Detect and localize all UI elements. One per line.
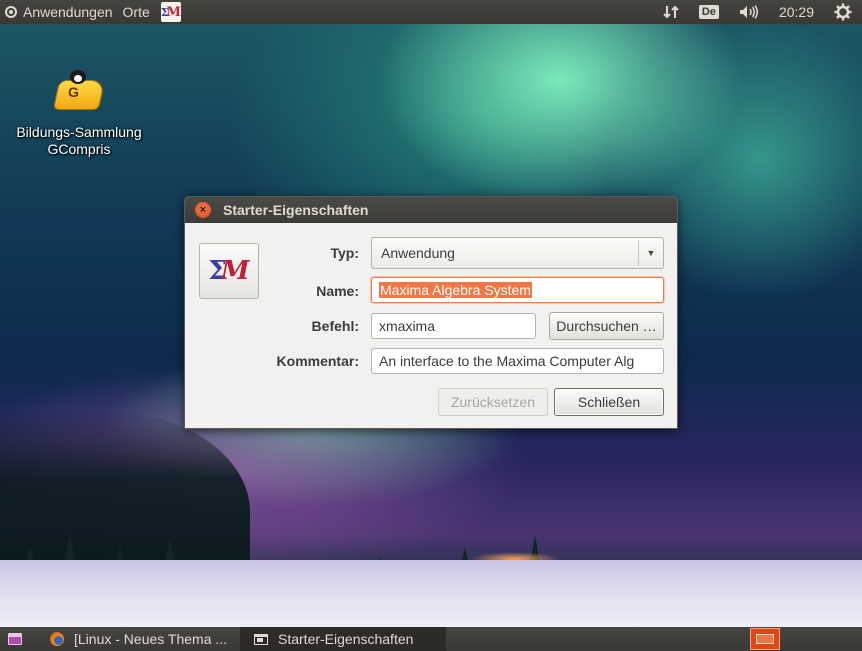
firefox-icon <box>50 632 64 646</box>
network-icon <box>663 5 679 19</box>
desktop-icon-label-line2: GCompris <box>47 141 111 157</box>
desktop-icon-label-line1: Bildungs-Sammlung <box>16 124 142 140</box>
bottom-panel: [Linux - Neues Thema ... Starter-Eigensc… <box>0 627 862 651</box>
revert-button-label: Zurücksetzen <box>450 394 536 410</box>
volume-icon <box>739 5 758 19</box>
launcher-icon-button[interactable]: ΣM <box>199 243 259 299</box>
name-label: Name: <box>316 283 359 299</box>
command-label: Befehl: <box>311 318 359 334</box>
browse-button[interactable]: Durchsuchen … <box>549 312 664 340</box>
places-menu[interactable]: Orte <box>118 0 155 24</box>
launcher-properties-dialog: × Starter-Eigenschaften ΣM Typ: Anwendun… <box>184 196 678 429</box>
dialog-titlebar[interactable]: × Starter-Eigenschaften <box>185 197 677 223</box>
show-desktop-button[interactable] <box>0 627 30 651</box>
keyboard-layout-label: De <box>698 5 719 19</box>
type-select-value: Anwendung <box>381 245 455 261</box>
applications-menu[interactable]: Anwendungen <box>0 0 118 24</box>
workspace-switcher-icon <box>756 634 774 644</box>
dialog-title: Starter-Eigenschaften <box>223 202 369 218</box>
clock-label: 20:29 <box>778 4 814 20</box>
session-menu[interactable] <box>824 0 862 24</box>
gcompris-icon: G <box>52 70 106 120</box>
maxima-icon: ΣM <box>208 256 250 286</box>
command-input[interactable]: xmaxima <box>371 313 536 339</box>
network-indicator[interactable] <box>653 0 689 24</box>
name-input[interactable]: Maxima Algebra System <box>371 277 664 303</box>
close-button-label: Schließen <box>577 394 641 410</box>
type-select[interactable]: Anwendung ▼ <box>371 237 664 269</box>
clock[interactable]: 20:29 <box>769 0 824 24</box>
ubuntu-logo-icon <box>5 6 17 18</box>
snowy-road <box>0 560 862 630</box>
gear-icon <box>834 3 852 21</box>
applications-menu-label: Anwendungen <box>23 4 113 20</box>
name-input-value: Maxima Algebra System <box>379 282 532 298</box>
comment-input-value: An interface to the Maxima Computer Alg <box>379 353 635 369</box>
revert-button[interactable]: Zurücksetzen <box>438 388 548 416</box>
comment-input[interactable]: An interface to the Maxima Computer Alg <box>371 348 664 374</box>
browse-button-label: Durchsuchen … <box>556 318 657 334</box>
places-menu-label: Orte <box>122 4 150 20</box>
workspace-switcher[interactable] <box>750 628 780 650</box>
volume-indicator[interactable] <box>729 0 769 24</box>
taskbar-item-firefox[interactable]: [Linux - Neues Thema ... <box>30 627 240 651</box>
taskbar-item-label: [Linux - Neues Thema ... <box>74 631 228 647</box>
command-input-value: xmaxima <box>379 318 436 334</box>
comment-label: Kommentar: <box>276 353 359 369</box>
close-icon[interactable]: × <box>195 202 211 218</box>
top-panel: Anwendungen Orte ΣM De 20:29 <box>0 0 862 24</box>
desktop-icon-gcompris[interactable]: G Bildungs-Sammlung GCompris <box>6 70 152 158</box>
type-label: Typ: <box>330 245 359 261</box>
show-desktop-icon <box>8 633 22 645</box>
keyboard-layout-indicator[interactable]: De <box>689 0 729 24</box>
close-button[interactable]: Schließen <box>554 388 664 416</box>
chevron-down-icon: ▼ <box>646 248 656 258</box>
taskbar-item-launcher-properties[interactable]: Starter-Eigenschaften <box>240 627 446 651</box>
window-icon <box>254 633 268 645</box>
taskbar-item-label: Starter-Eigenschaften <box>278 631 414 647</box>
maxima-launcher-icon[interactable]: ΣM <box>161 2 181 22</box>
